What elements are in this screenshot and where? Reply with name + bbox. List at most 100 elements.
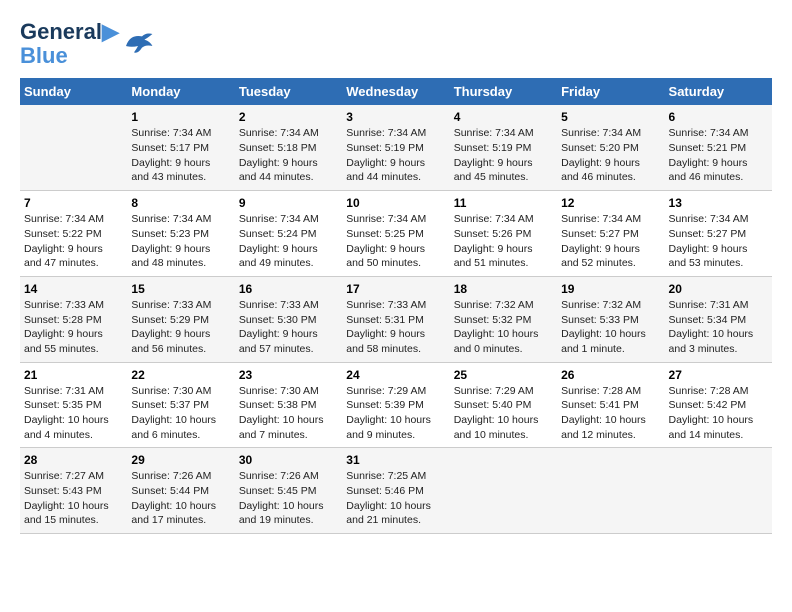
- calendar-cell: 8 Sunrise: 7:34 AMSunset: 5:23 PMDaylight…: [127, 191, 234, 277]
- calendar-cell: 13Sunrise: 7:34 AMSunset: 5:27 PMDayligh…: [665, 191, 772, 277]
- logo-text: General▶: [20, 20, 119, 44]
- day-info: Sunrise: 7:28 AMSunset: 5:42 PMDaylight:…: [669, 384, 768, 443]
- calendar-cell: 21 Sunrise: 7:31 AMSunset: 5:35 PMDayligh…: [20, 362, 127, 448]
- header-sunday: Sunday: [20, 78, 127, 105]
- calendar-cell: 23Sunrise: 7:30 AMSunset: 5:38 PMDayligh…: [235, 362, 342, 448]
- day-info: Sunrise: 7:34 AMSunset: 5:27 PMDaylight:…: [561, 212, 660, 271]
- header-tuesday: Tuesday: [235, 78, 342, 105]
- day-number: 4: [454, 110, 553, 124]
- day-number: 21: [24, 368, 123, 382]
- page-header: General▶ Blue: [20, 20, 772, 68]
- day-number: 12: [561, 196, 660, 210]
- day-number: 16: [239, 282, 338, 296]
- day-info: Sunrise: 7:34 AMSunset: 5:23 PMDaylight:…: [131, 212, 230, 271]
- header-monday: Monday: [127, 78, 234, 105]
- header-thursday: Thursday: [450, 78, 557, 105]
- day-number: 6: [669, 110, 768, 124]
- day-info: Sunrise: 7:34 AMSunset: 5:19 PMDaylight:…: [346, 126, 445, 185]
- calendar-week-row: 14 Sunrise: 7:33 AMSunset: 5:28 PMDayligh…: [20, 276, 772, 362]
- calendar-cell: 14 Sunrise: 7:33 AMSunset: 5:28 PMDayligh…: [20, 276, 127, 362]
- day-info: Sunrise: 7:26 AMSunset: 5:44 PMDaylight:…: [131, 469, 230, 528]
- day-info: Sunrise: 7:34 AMSunset: 5:26 PMDaylight:…: [454, 212, 553, 271]
- calendar-cell: 15Sunrise: 7:33 AMSunset: 5:29 PMDayligh…: [127, 276, 234, 362]
- header-wednesday: Wednesday: [342, 78, 449, 105]
- day-info: Sunrise: 7:33 AMSunset: 5:30 PMDaylight:…: [239, 298, 338, 357]
- day-number: 28: [24, 453, 123, 467]
- day-number: 18: [454, 282, 553, 296]
- day-info: Sunrise: 7:33 AMSunset: 5:28 PMDaylight:…: [24, 298, 123, 357]
- day-number: 27: [669, 368, 768, 382]
- calendar-week-row: 21 Sunrise: 7:31 AMSunset: 5:35 PMDayligh…: [20, 362, 772, 448]
- day-info: Sunrise: 7:30 AMSunset: 5:37 PMDaylight:…: [131, 384, 230, 443]
- day-info: Sunrise: 7:32 AMSunset: 5:33 PMDaylight:…: [561, 298, 660, 357]
- calendar-cell: 26 Sunrise: 7:28 AMSunset: 5:41 PMDayligh…: [557, 362, 664, 448]
- day-number: 30: [239, 453, 338, 467]
- day-number: 10: [346, 196, 445, 210]
- calendar-cell: 19Sunrise: 7:32 AMSunset: 5:33 PMDayligh…: [557, 276, 664, 362]
- calendar-cell: [20, 105, 127, 190]
- calendar-table: SundayMondayTuesdayWednesdayThursdayFrid…: [20, 78, 772, 534]
- day-info: Sunrise: 7:31 AMSunset: 5:34 PMDaylight:…: [669, 298, 768, 357]
- calendar-cell: 3 Sunrise: 7:34 AMSunset: 5:19 PMDaylight…: [342, 105, 449, 190]
- calendar-cell: 11 Sunrise: 7:34 AMSunset: 5:26 PMDayligh…: [450, 191, 557, 277]
- day-info: Sunrise: 7:29 AMSunset: 5:40 PMDaylight:…: [454, 384, 553, 443]
- day-number: 2: [239, 110, 338, 124]
- day-info: Sunrise: 7:29 AMSunset: 5:39 PMDaylight:…: [346, 384, 445, 443]
- day-info: Sunrise: 7:34 AMSunset: 5:20 PMDaylight:…: [561, 126, 660, 185]
- calendar-cell: 9Sunrise: 7:34 AMSunset: 5:24 PMDaylight…: [235, 191, 342, 277]
- calendar-cell: 18 Sunrise: 7:32 AMSunset: 5:32 PMDayligh…: [450, 276, 557, 362]
- calendar-header-row: SundayMondayTuesdayWednesdayThursdayFrid…: [20, 78, 772, 105]
- calendar-cell: 25 Sunrise: 7:29 AMSunset: 5:40 PMDayligh…: [450, 362, 557, 448]
- day-number: 22: [131, 368, 230, 382]
- day-number: 7: [24, 196, 123, 210]
- day-number: 14: [24, 282, 123, 296]
- day-info: Sunrise: 7:25 AMSunset: 5:46 PMDaylight:…: [346, 469, 445, 528]
- calendar-cell: 10 Sunrise: 7:34 AMSunset: 5:25 PMDayligh…: [342, 191, 449, 277]
- calendar-cell: 31Sunrise: 7:25 AMSunset: 5:46 PMDayligh…: [342, 448, 449, 534]
- day-number: 13: [669, 196, 768, 210]
- day-number: 11: [454, 196, 553, 210]
- day-info: Sunrise: 7:28 AMSunset: 5:41 PMDaylight:…: [561, 384, 660, 443]
- day-number: 20: [669, 282, 768, 296]
- day-info: Sunrise: 7:34 AMSunset: 5:18 PMDaylight:…: [239, 126, 338, 185]
- day-number: 25: [454, 368, 553, 382]
- day-number: 15: [131, 282, 230, 296]
- calendar-week-row: 7 Sunrise: 7:34 AMSunset: 5:22 PMDaylight…: [20, 191, 772, 277]
- calendar-cell: [557, 448, 664, 534]
- day-info: Sunrise: 7:33 AMSunset: 5:31 PMDaylight:…: [346, 298, 445, 357]
- calendar-cell: 27 Sunrise: 7:28 AMSunset: 5:42 PMDayligh…: [665, 362, 772, 448]
- day-info: Sunrise: 7:32 AMSunset: 5:32 PMDaylight:…: [454, 298, 553, 357]
- day-number: 8: [131, 196, 230, 210]
- calendar-cell: 28Sunrise: 7:27 AMSunset: 5:43 PMDayligh…: [20, 448, 127, 534]
- day-number: 24: [346, 368, 445, 382]
- calendar-cell: 24 Sunrise: 7:29 AMSunset: 5:39 PMDayligh…: [342, 362, 449, 448]
- day-number: 23: [239, 368, 338, 382]
- calendar-cell: 4 Sunrise: 7:34 AMSunset: 5:19 PMDaylight…: [450, 105, 557, 190]
- calendar-cell: [665, 448, 772, 534]
- day-info: Sunrise: 7:34 AMSunset: 5:21 PMDaylight:…: [669, 126, 768, 185]
- day-info: Sunrise: 7:34 AMSunset: 5:19 PMDaylight:…: [454, 126, 553, 185]
- calendar-cell: 20 Sunrise: 7:31 AMSunset: 5:34 PMDayligh…: [665, 276, 772, 362]
- header-friday: Friday: [557, 78, 664, 105]
- calendar-week-row: 28Sunrise: 7:27 AMSunset: 5:43 PMDayligh…: [20, 448, 772, 534]
- logo-text2: Blue: [20, 44, 119, 68]
- calendar-cell: [450, 448, 557, 534]
- day-info: Sunrise: 7:31 AMSunset: 5:35 PMDaylight:…: [24, 384, 123, 443]
- logo: General▶ Blue: [20, 20, 154, 68]
- calendar-cell: 30Sunrise: 7:26 AMSunset: 5:45 PMDayligh…: [235, 448, 342, 534]
- day-number: 5: [561, 110, 660, 124]
- day-number: 29: [131, 453, 230, 467]
- calendar-cell: 29 Sunrise: 7:26 AMSunset: 5:44 PMDayligh…: [127, 448, 234, 534]
- header-saturday: Saturday: [665, 78, 772, 105]
- calendar-cell: 17 Sunrise: 7:33 AMSunset: 5:31 PMDayligh…: [342, 276, 449, 362]
- day-number: 3: [346, 110, 445, 124]
- calendar-cell: 1Sunrise: 7:34 AMSunset: 5:17 PMDaylight…: [127, 105, 234, 190]
- calendar-week-row: 1Sunrise: 7:34 AMSunset: 5:17 PMDaylight…: [20, 105, 772, 190]
- calendar-cell: 7 Sunrise: 7:34 AMSunset: 5:22 PMDaylight…: [20, 191, 127, 277]
- calendar-cell: 5 Sunrise: 7:34 AMSunset: 5:20 PMDaylight…: [557, 105, 664, 190]
- day-number: 26: [561, 368, 660, 382]
- day-number: 17: [346, 282, 445, 296]
- day-info: Sunrise: 7:34 AMSunset: 5:25 PMDaylight:…: [346, 212, 445, 271]
- day-info: Sunrise: 7:34 AMSunset: 5:22 PMDaylight:…: [24, 212, 123, 271]
- day-number: 1: [131, 110, 230, 124]
